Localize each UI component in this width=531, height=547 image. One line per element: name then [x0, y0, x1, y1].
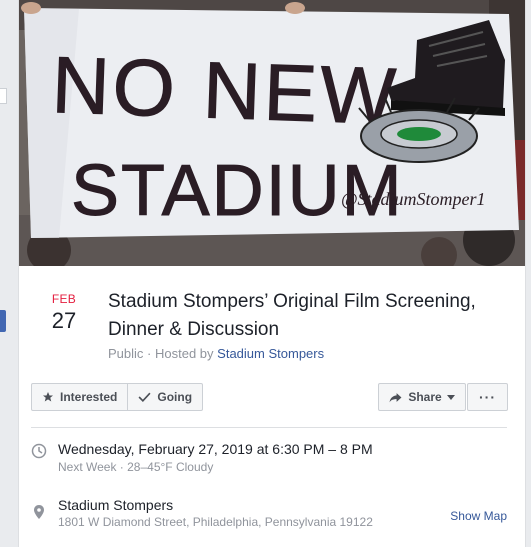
event-location-row: Stadium Stompers 1801 W Diamond Street, …	[31, 497, 507, 533]
more-options-label: ···	[479, 389, 496, 405]
banner-line1: NO NEW	[50, 40, 400, 141]
section-divider	[31, 427, 507, 428]
rsvp-button-group: Interested Going	[31, 383, 204, 411]
event-date-badge: FEB 27	[39, 292, 89, 334]
interested-button[interactable]: Interested	[32, 384, 127, 410]
location-pin-icon	[31, 504, 47, 520]
hosted-by-prefix: Hosted by	[155, 346, 214, 361]
checkmark-icon	[138, 391, 151, 403]
event-time-text: Wednesday, February 27, 2019 at 6:30 PM …	[58, 441, 373, 457]
location-address: 1801 W Diamond Street, Philadelphia, Pen…	[58, 515, 373, 529]
caret-down-icon	[446, 394, 455, 400]
going-label: Going	[157, 390, 193, 404]
event-weather-text: Next Week · 28–45°F Cloudy	[58, 460, 214, 474]
interested-label: Interested	[60, 390, 118, 404]
share-arrow-icon	[389, 392, 402, 403]
show-map-link[interactable]: Show Map	[450, 509, 507, 523]
going-button[interactable]: Going	[127, 384, 202, 410]
left-edge-control[interactable]	[0, 88, 7, 104]
share-label: Share	[408, 390, 442, 404]
more-options-button[interactable]: ···	[467, 383, 508, 411]
date-month: FEB	[51, 292, 77, 306]
date-day: 27	[51, 308, 77, 333]
meta-separator: ·	[147, 346, 155, 361]
page-background-strip	[0, 0, 8, 547]
host-link[interactable]: Stadium Stompers	[217, 346, 324, 361]
star-icon	[42, 391, 54, 403]
left-nav-tab[interactable]	[0, 310, 6, 332]
banner-handle: @StadiumStomper1	[341, 189, 486, 209]
privacy-label: Public	[108, 346, 144, 361]
share-button[interactable]: Share	[378, 383, 466, 411]
location-name[interactable]: Stadium Stompers	[58, 497, 173, 513]
event-title: Stadium Stompers’ Original Film Screenin…	[108, 291, 476, 340]
event-time-row: Wednesday, February 27, 2019 at 6:30 PM …	[31, 441, 507, 477]
cover-photo-image: NO NEW STADIUM @StadiumStomper1	[19, 0, 525, 266]
clock-icon	[31, 443, 47, 459]
event-card: NO NEW STADIUM @StadiumStomper1 FEB 27 S…	[18, 0, 526, 547]
event-cover-photo[interactable]: NO NEW STADIUM @StadiumStomper1	[19, 0, 525, 266]
event-meta: Public · Hosted by Stadium Stompers	[108, 346, 324, 361]
